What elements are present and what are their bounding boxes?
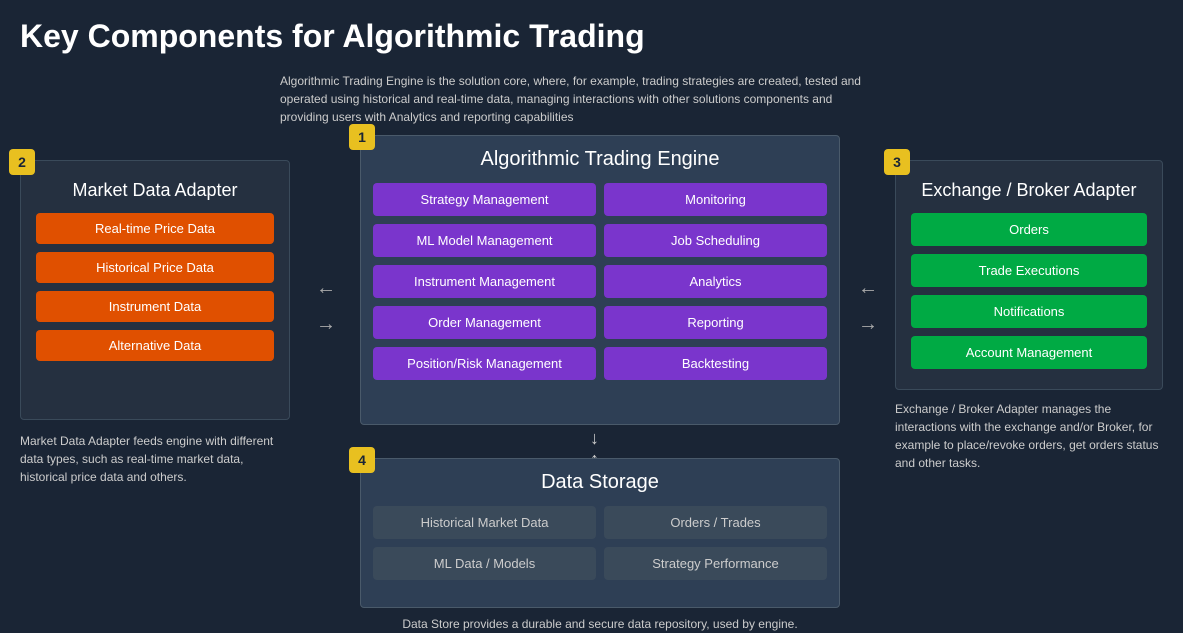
historical-market-data-btn[interactable]: Historical Market Data (373, 506, 596, 539)
strategy-management-btn[interactable]: Strategy Management (373, 183, 596, 216)
exchange-badge: 3 (884, 149, 910, 175)
instrument-data-btn[interactable]: Instrument Data (36, 291, 274, 322)
page-description: Algorithmic Trading Engine is the soluti… (280, 72, 870, 126)
market-data-description: Market Data Adapter feeds engine with di… (20, 432, 280, 486)
monitoring-btn[interactable]: Monitoring (604, 183, 827, 216)
instrument-management-btn[interactable]: Instrument Management (373, 265, 596, 298)
data-storage-footer: Data Store provides a durable and secure… (360, 615, 840, 633)
real-time-price-btn[interactable]: Real-time Price Data (36, 213, 274, 244)
left-right-arrow-1: ← → (295, 270, 357, 342)
data-storage-badge: 4 (349, 447, 375, 473)
orders-btn[interactable]: Orders (911, 213, 1147, 246)
down-arrow-icon: ↓ (590, 428, 599, 449)
ml-model-management-btn[interactable]: ML Model Management (373, 224, 596, 257)
strategy-performance-btn[interactable]: Strategy Performance (604, 547, 827, 580)
ml-data-models-btn[interactable]: ML Data / Models (373, 547, 596, 580)
job-scheduling-btn[interactable]: Job Scheduling (604, 224, 827, 257)
exchange-description: Exchange / Broker Adapter manages the in… (895, 400, 1163, 472)
data-storage-box: 4 Data Storage Historical Market Data Or… (360, 458, 840, 608)
position-risk-btn[interactable]: Position/Risk Management (373, 347, 596, 380)
market-data-badge: 2 (9, 149, 35, 175)
analytics-btn[interactable]: Analytics (604, 265, 827, 298)
trading-engine-box: 1 Algorithmic Trading Engine Strategy Ma… (360, 135, 840, 425)
left-right-arrow-2: ← → (843, 270, 893, 342)
backtesting-btn[interactable]: Backtesting (604, 347, 827, 380)
trading-engine-badge: 1 (349, 124, 375, 150)
data-storage-title: Data Storage (373, 471, 827, 494)
exchange-title: Exchange / Broker Adapter (911, 180, 1147, 201)
notifications-btn[interactable]: Notifications (911, 295, 1147, 328)
alternative-data-btn[interactable]: Alternative Data (36, 330, 274, 361)
orders-trades-btn[interactable]: Orders / Trades (604, 506, 827, 539)
trading-engine-title: Algorithmic Trading Engine (373, 148, 827, 171)
order-management-btn[interactable]: Order Management (373, 306, 596, 339)
market-data-title: Market Data Adapter (36, 180, 274, 201)
historical-price-btn[interactable]: Historical Price Data (36, 252, 274, 283)
trade-executions-btn[interactable]: Trade Executions (911, 254, 1147, 287)
market-data-adapter-box: 2 Market Data Adapter Real-time Price Da… (20, 160, 290, 420)
storage-grid: Historical Market Data Orders / Trades M… (373, 506, 827, 580)
reporting-btn[interactable]: Reporting (604, 306, 827, 339)
account-management-btn[interactable]: Account Management (911, 336, 1147, 369)
page-title: Key Components for Algorithmic Trading (0, 0, 1183, 63)
exchange-broker-box: 3 Exchange / Broker Adapter Orders Trade… (895, 160, 1163, 390)
engine-grid: Strategy Management Monitoring ML Model … (373, 183, 827, 380)
